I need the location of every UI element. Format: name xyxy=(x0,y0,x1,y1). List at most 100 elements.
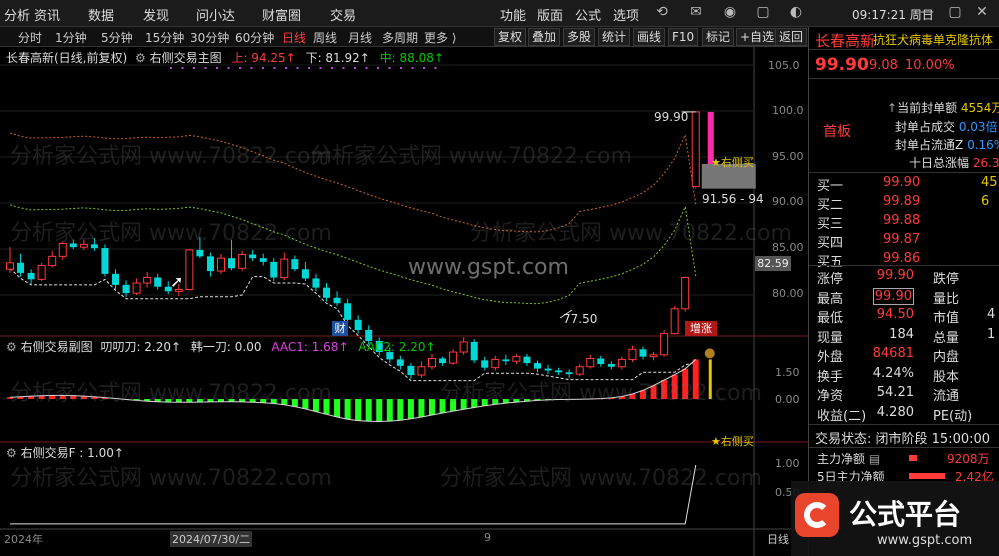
finance-marker[interactable]: 财 xyxy=(332,321,348,336)
mid-band-value: 中: 88.08↑ xyxy=(379,51,444,65)
lower-band-value: 下: 81.92↑ xyxy=(305,51,370,65)
upper-band-value: 上: 94.25↑ xyxy=(231,51,296,65)
menu-ask[interactable]: 问小达 xyxy=(196,5,235,24)
sub-indicator-name[interactable]: 右侧交易副图 xyxy=(21,340,93,354)
candle-body xyxy=(607,364,615,367)
price-change: 9.08 xyxy=(869,58,898,73)
period-tab[interactable]: 15分钟 xyxy=(145,29,184,46)
period-tab[interactable]: 30分钟 xyxy=(190,29,229,46)
settings-icon[interactable]: ⚙ xyxy=(6,446,17,460)
brand-logo-icon xyxy=(795,493,839,537)
candle-body xyxy=(196,249,204,257)
theme-icon[interactable]: ◐ xyxy=(786,4,806,22)
back-button[interactable]: 返回 xyxy=(775,28,808,46)
candle-body xyxy=(628,348,637,360)
stats-list: 涨停 99.90 跌停 最高 99.90 量比 最低 94.50 市值 4 现量 184 总量 1 外盘 84… xyxy=(809,267,999,427)
stats-button[interactable]: 统计 xyxy=(598,28,631,46)
menu-layout[interactable]: 版面 xyxy=(537,5,563,24)
sub1-y-tick: 1.50 xyxy=(775,366,800,379)
candle-body xyxy=(17,262,25,273)
mark-button[interactable]: 标记 xyxy=(702,28,735,46)
last-price: 99.90 xyxy=(815,55,869,75)
stat-label: 最低 xyxy=(817,311,844,326)
signal-dot xyxy=(365,67,368,69)
stat-row: 换手 4.24% 股本 xyxy=(809,365,999,385)
stock-concepts[interactable]: 抗狂犬病毒单克隆抗体 xyxy=(873,31,998,48)
draw-line-button[interactable]: 画线 xyxy=(633,28,666,46)
bid-row: 买三 99.88 xyxy=(809,212,999,232)
close-icon[interactable]: ✕ xyxy=(972,4,992,22)
period-tab-active[interactable]: 日线 xyxy=(282,29,306,46)
five-day-bar xyxy=(909,473,945,479)
multi-stock-button[interactable]: 多股 xyxy=(563,28,596,46)
candle-body xyxy=(575,366,584,375)
menu-options[interactable]: 选项 xyxy=(613,5,639,24)
candle-body xyxy=(681,277,690,310)
period-tab[interactable]: 1分钟 xyxy=(55,29,87,46)
period-tab[interactable]: 周线 xyxy=(313,29,337,46)
period-tab[interactable]: 月线 xyxy=(348,29,372,46)
period-tab[interactable]: 分时 xyxy=(18,29,42,46)
maximize-icon[interactable]: ▢ xyxy=(945,4,965,22)
refresh-icon[interactable]: ⟲ xyxy=(652,4,672,22)
candle-body xyxy=(312,278,320,288)
overlay-button[interactable]: 叠加 xyxy=(528,28,561,46)
histogram-bar xyxy=(355,399,362,421)
user-icon[interactable]: ◉ xyxy=(720,4,740,22)
y-tick: 95.00 xyxy=(772,150,804,163)
add-watchlist-button[interactable]: +自选 xyxy=(736,28,779,46)
menu-data[interactable]: 数据 xyxy=(88,5,114,24)
indicator-name[interactable]: 右侧交易主图 xyxy=(150,51,222,65)
money-bag-icon xyxy=(704,348,715,359)
period-tab[interactable]: 多周期 xyxy=(382,29,418,46)
candle-body xyxy=(122,284,130,294)
candle-body xyxy=(6,262,14,270)
ten-day-row: 十日总涨幅 26.39 xyxy=(909,156,999,170)
histogram-bar xyxy=(291,399,298,407)
stat-row: 外盘 84681 内盘 xyxy=(809,345,999,365)
candle-body xyxy=(565,372,573,375)
bid-price: 99.86 xyxy=(883,251,921,266)
candle-body xyxy=(206,256,214,272)
divider xyxy=(809,78,999,79)
stat-label: 外盘 xyxy=(817,350,844,365)
histogram-bar xyxy=(481,399,488,406)
histogram-bar xyxy=(682,368,689,399)
message-icon[interactable]: ▢ xyxy=(753,4,773,22)
main-net-row: 主力净额 ▤ xyxy=(817,452,881,466)
candle-body xyxy=(143,277,152,284)
sub2-indicator-value[interactable]: 右侧交易F : 1.00↑ xyxy=(21,446,124,460)
stat-row: 最高 99.90 量比 xyxy=(809,287,999,307)
menu-discover[interactable]: 发现 xyxy=(143,5,169,24)
bid-label: 买二 xyxy=(817,198,844,213)
mail-icon[interactable]: ✉ xyxy=(686,4,706,22)
minimize-icon[interactable]: — xyxy=(917,4,937,22)
menu-formula[interactable]: 公式 xyxy=(575,5,601,24)
adjust-button[interactable]: 复权 xyxy=(494,28,527,46)
stat-label-2: 总量 xyxy=(933,330,960,346)
menu-analysis[interactable]: 分析 xyxy=(4,5,30,24)
candle-body xyxy=(439,358,447,364)
period-tab[interactable]: 60分钟 xyxy=(235,29,274,46)
period-more[interactable]: 更多 ⟩ xyxy=(424,29,457,46)
increase-marker[interactable]: 增涨 xyxy=(685,321,717,336)
menu-wealth[interactable]: 财富圈 xyxy=(262,5,301,24)
signal-dot xyxy=(342,67,345,69)
menu-function[interactable]: 功能 xyxy=(500,5,526,24)
menu-trade[interactable]: 交易 xyxy=(330,5,356,24)
y-tick: 80.00 xyxy=(772,287,804,300)
menu-news[interactable]: 资讯 xyxy=(34,5,60,24)
period-tab[interactable]: 5分钟 xyxy=(101,29,133,46)
histogram-bar xyxy=(281,399,288,405)
stat-value: 4.280 xyxy=(876,404,914,420)
candle-body xyxy=(291,259,299,270)
settings-icon[interactable]: ⚙ xyxy=(135,51,146,65)
stat-label: 换手 xyxy=(817,369,844,385)
settings-icon[interactable]: ⚙ xyxy=(6,340,17,354)
divider xyxy=(809,49,999,50)
stat-label-2: PE(动) xyxy=(933,408,973,424)
histogram-bar xyxy=(270,399,277,404)
f10-button[interactable]: F10 xyxy=(668,28,699,46)
signal-dot xyxy=(285,67,287,69)
brand-name: 公式平台 xyxy=(849,498,962,531)
